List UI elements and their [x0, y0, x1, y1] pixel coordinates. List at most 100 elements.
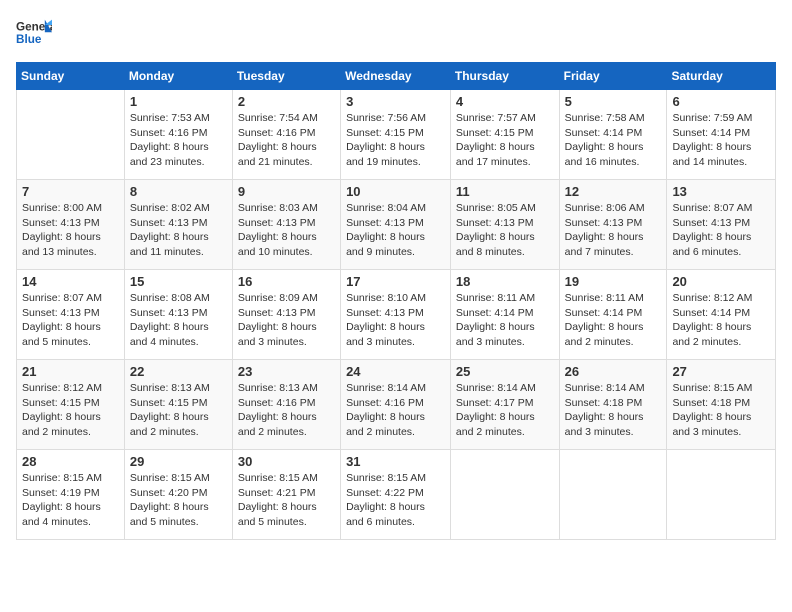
day-info: Sunrise: 8:07 AMSunset: 4:13 PMDaylight:… — [22, 291, 119, 350]
day-info: Sunrise: 8:02 AMSunset: 4:13 PMDaylight:… — [130, 201, 227, 260]
day-number: 8 — [130, 184, 227, 199]
calendar-cell: 7 Sunrise: 8:00 AMSunset: 4:13 PMDaylight… — [17, 180, 125, 270]
day-number: 15 — [130, 274, 227, 289]
calendar-cell: 4 Sunrise: 7:57 AMSunset: 4:15 PMDaylight… — [450, 90, 559, 180]
day-number: 14 — [22, 274, 119, 289]
day-info: Sunrise: 8:14 AMSunset: 4:16 PMDaylight:… — [346, 381, 445, 440]
calendar-cell: 9 Sunrise: 8:03 AMSunset: 4:13 PMDaylight… — [232, 180, 340, 270]
day-info: Sunrise: 8:13 AMSunset: 4:15 PMDaylight:… — [130, 381, 227, 440]
day-number: 31 — [346, 454, 445, 469]
col-header-monday: Monday — [124, 63, 232, 90]
day-number: 4 — [456, 94, 554, 109]
day-number: 1 — [130, 94, 227, 109]
day-info: Sunrise: 8:15 AMSunset: 4:21 PMDaylight:… — [238, 471, 335, 530]
day-info: Sunrise: 8:00 AMSunset: 4:13 PMDaylight:… — [22, 201, 119, 260]
col-header-tuesday: Tuesday — [232, 63, 340, 90]
day-number: 17 — [346, 274, 445, 289]
day-number: 11 — [456, 184, 554, 199]
calendar-cell: 28Sunrise: 8:15 AMSunset: 4:19 PMDayligh… — [17, 450, 125, 540]
day-number: 12 — [565, 184, 662, 199]
calendar-cell: 18 Sunrise: 8:11 AMSunset: 4:14 PMDayligh… — [450, 270, 559, 360]
day-number: 2 — [238, 94, 335, 109]
day-number: 19 — [565, 274, 662, 289]
day-number: 7 — [22, 184, 119, 199]
calendar-cell: 11 Sunrise: 8:05 AMSunset: 4:13 PMDayligh… — [450, 180, 559, 270]
day-info: Sunrise: 7:54 AMSunset: 4:16 PMDaylight:… — [238, 111, 335, 170]
day-info: Sunrise: 7:53 AMSunset: 4:16 PMDaylight:… — [130, 111, 227, 170]
calendar-cell: 1 Sunrise: 7:53 AMSunset: 4:16 PMDaylight… — [124, 90, 232, 180]
calendar-cell: 26Sunrise: 8:14 AMSunset: 4:18 PMDayligh… — [559, 360, 667, 450]
day-info: Sunrise: 8:11 AMSunset: 4:14 PMDaylight:… — [456, 291, 554, 350]
calendar-week-3: 14 Sunrise: 8:07 AMSunset: 4:13 PMDayligh… — [17, 270, 776, 360]
svg-text:Blue: Blue — [16, 33, 42, 46]
day-info: Sunrise: 7:58 AMSunset: 4:14 PMDaylight:… — [565, 111, 662, 170]
calendar-cell: 17Sunrise: 8:10 AMSunset: 4:13 PMDayligh… — [341, 270, 451, 360]
day-info: Sunrise: 8:08 AMSunset: 4:13 PMDaylight:… — [130, 291, 227, 350]
calendar-cell: 16Sunrise: 8:09 AMSunset: 4:13 PMDayligh… — [232, 270, 340, 360]
day-number: 22 — [130, 364, 227, 379]
day-number: 27 — [672, 364, 770, 379]
day-info: Sunrise: 8:15 AMSunset: 4:22 PMDaylight:… — [346, 471, 445, 530]
calendar-cell: 6 Sunrise: 7:59 AMSunset: 4:14 PMDaylight… — [667, 90, 776, 180]
logo-icon: General Blue — [16, 16, 52, 52]
day-info: Sunrise: 8:07 AMSunset: 4:13 PMDaylight:… — [672, 201, 770, 260]
calendar-cell: 24Sunrise: 8:14 AMSunset: 4:16 PMDayligh… — [341, 360, 451, 450]
col-header-friday: Friday — [559, 63, 667, 90]
day-number: 5 — [565, 94, 662, 109]
calendar-cell: 23 Sunrise: 8:13 AMSunset: 4:16 PMDayligh… — [232, 360, 340, 450]
calendar-cell: 10Sunrise: 8:04 AMSunset: 4:13 PMDayligh… — [341, 180, 451, 270]
col-header-thursday: Thursday — [450, 63, 559, 90]
day-info: Sunrise: 7:59 AMSunset: 4:14 PMDaylight:… — [672, 111, 770, 170]
day-number: 3 — [346, 94, 445, 109]
calendar-cell: 31 Sunrise: 8:15 AMSunset: 4:22 PMDayligh… — [341, 450, 451, 540]
day-number: 23 — [238, 364, 335, 379]
day-info: Sunrise: 8:15 AMSunset: 4:18 PMDaylight:… — [672, 381, 770, 440]
day-info: Sunrise: 8:03 AMSunset: 4:13 PMDaylight:… — [238, 201, 335, 260]
day-info: Sunrise: 8:15 AMSunset: 4:20 PMDaylight:… — [130, 471, 227, 530]
day-info: Sunrise: 8:15 AMSunset: 4:19 PMDaylight:… — [22, 471, 119, 530]
calendar-week-2: 7 Sunrise: 8:00 AMSunset: 4:13 PMDaylight… — [17, 180, 776, 270]
day-number: 18 — [456, 274, 554, 289]
calendar-cell: 30 Sunrise: 8:15 AMSunset: 4:21 PMDayligh… — [232, 450, 340, 540]
day-number: 29 — [130, 454, 227, 469]
day-info: Sunrise: 8:11 AMSunset: 4:14 PMDaylight:… — [565, 291, 662, 350]
calendar-cell: 8 Sunrise: 8:02 AMSunset: 4:13 PMDaylight… — [124, 180, 232, 270]
calendar-week-4: 21Sunrise: 8:12 AMSunset: 4:15 PMDayligh… — [17, 360, 776, 450]
day-info: Sunrise: 8:12 AMSunset: 4:14 PMDaylight:… — [672, 291, 770, 350]
logo: General Blue — [16, 16, 52, 52]
day-number: 13 — [672, 184, 770, 199]
day-number: 9 — [238, 184, 335, 199]
calendar-week-1: 1 Sunrise: 7:53 AMSunset: 4:16 PMDaylight… — [17, 90, 776, 180]
calendar-cell: 15 Sunrise: 8:08 AMSunset: 4:13 PMDayligh… — [124, 270, 232, 360]
col-header-wednesday: Wednesday — [341, 63, 451, 90]
day-number: 6 — [672, 94, 770, 109]
header-row: SundayMondayTuesdayWednesdayThursdayFrid… — [17, 63, 776, 90]
day-number: 25 — [456, 364, 554, 379]
calendar-cell: 21Sunrise: 8:12 AMSunset: 4:15 PMDayligh… — [17, 360, 125, 450]
calendar-cell: 12 Sunrise: 8:06 AMSunset: 4:13 PMDayligh… — [559, 180, 667, 270]
page-header: General Blue — [16, 16, 776, 52]
day-number: 10 — [346, 184, 445, 199]
day-number: 26 — [565, 364, 662, 379]
day-number: 30 — [238, 454, 335, 469]
day-info: Sunrise: 8:06 AMSunset: 4:13 PMDaylight:… — [565, 201, 662, 260]
day-info: Sunrise: 7:56 AMSunset: 4:15 PMDaylight:… — [346, 111, 445, 170]
col-header-sunday: Sunday — [17, 63, 125, 90]
calendar-cell: 2 Sunrise: 7:54 AMSunset: 4:16 PMDaylight… — [232, 90, 340, 180]
calendar-cell: 29 Sunrise: 8:15 AMSunset: 4:20 PMDayligh… — [124, 450, 232, 540]
calendar-cell — [559, 450, 667, 540]
day-info: Sunrise: 8:12 AMSunset: 4:15 PMDaylight:… — [22, 381, 119, 440]
calendar-cell: 25 Sunrise: 8:14 AMSunset: 4:17 PMDayligh… — [450, 360, 559, 450]
calendar-cell: 5 Sunrise: 7:58 AMSunset: 4:14 PMDaylight… — [559, 90, 667, 180]
calendar-cell: 22 Sunrise: 8:13 AMSunset: 4:15 PMDayligh… — [124, 360, 232, 450]
calendar-cell: 13 Sunrise: 8:07 AMSunset: 4:13 PMDayligh… — [667, 180, 776, 270]
day-number: 16 — [238, 274, 335, 289]
day-info: Sunrise: 8:14 AMSunset: 4:17 PMDaylight:… — [456, 381, 554, 440]
calendar-cell — [450, 450, 559, 540]
day-info: Sunrise: 8:13 AMSunset: 4:16 PMDaylight:… — [238, 381, 335, 440]
day-info: Sunrise: 7:57 AMSunset: 4:15 PMDaylight:… — [456, 111, 554, 170]
calendar-table: SundayMondayTuesdayWednesdayThursdayFrid… — [16, 62, 776, 540]
calendar-week-5: 28Sunrise: 8:15 AMSunset: 4:19 PMDayligh… — [17, 450, 776, 540]
calendar-cell: 14 Sunrise: 8:07 AMSunset: 4:13 PMDayligh… — [17, 270, 125, 360]
day-info: Sunrise: 8:05 AMSunset: 4:13 PMDaylight:… — [456, 201, 554, 260]
